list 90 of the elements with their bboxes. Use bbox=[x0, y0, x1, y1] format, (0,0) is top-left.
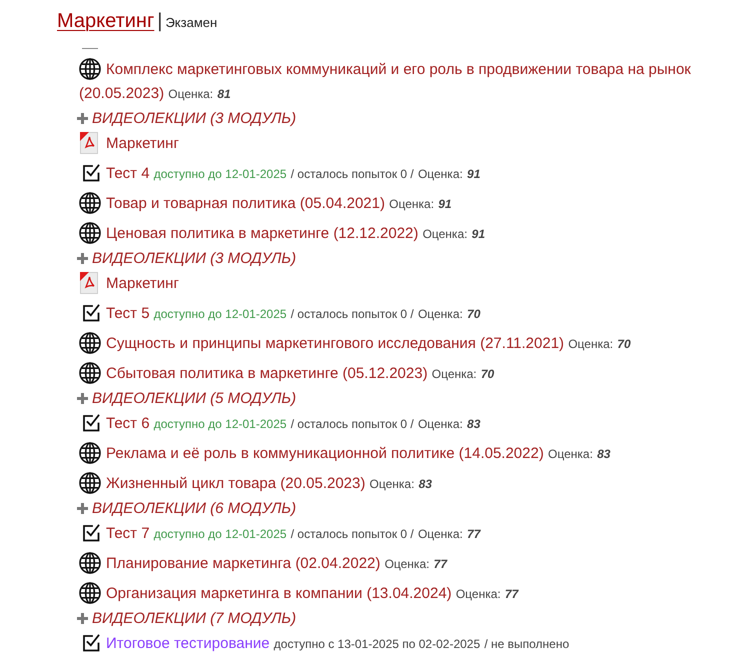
grade-label: Оценка: bbox=[370, 477, 414, 491]
test-link[interactable]: Тест 7 bbox=[106, 525, 150, 542]
lecture-link[interactable]: Планирование маркетинга bbox=[106, 555, 292, 572]
section-toggle[interactable]: ВИДЕОЛЕКЦИИ (7 МОДУЛЬ) bbox=[92, 610, 296, 627]
grade-label: Оценка: bbox=[389, 197, 434, 211]
attempts-text: / осталось попыток 0 / bbox=[290, 417, 414, 431]
file-link[interactable]: Маркетинг bbox=[106, 275, 179, 292]
status-text: / не выполнено bbox=[484, 637, 570, 651]
lecture-link[interactable]: Организация маркетинга в компании bbox=[106, 585, 362, 602]
plus-icon[interactable] bbox=[77, 392, 88, 404]
globe-icon bbox=[79, 58, 101, 80]
availability-text: доступно до 12-01-2025 bbox=[154, 527, 287, 541]
availability-text: доступно до 12-01-2025 bbox=[154, 417, 287, 431]
grade-label: Оценка: bbox=[422, 227, 468, 241]
lecture-link[interactable]: Сущность и принципы маркетингового исследования bbox=[106, 335, 476, 352]
grade-value: 91 bbox=[438, 197, 452, 211]
exam-label: Экзамен bbox=[165, 14, 218, 32]
grade-value: 77 bbox=[504, 587, 518, 601]
globe-icon bbox=[79, 582, 101, 604]
lecture-date: (14.05.2022) bbox=[458, 445, 544, 462]
section-toggle[interactable]: ВИДЕОЛЕКЦИИ (5 МОДУЛЬ) bbox=[92, 390, 296, 407]
checked-box-icon bbox=[82, 304, 100, 322]
pdf-file-icon bbox=[80, 132, 98, 154]
grade-label: Оценка: bbox=[432, 367, 477, 381]
checked-box-icon bbox=[82, 524, 100, 542]
grade-value: 77 bbox=[434, 557, 447, 571]
grade-label: Оценка: bbox=[418, 527, 463, 541]
grade-value: 83 bbox=[418, 477, 432, 491]
lecture-date: (27.11.2021) bbox=[480, 335, 564, 352]
globe-icon bbox=[79, 472, 101, 494]
pdf-file-icon bbox=[80, 272, 98, 294]
test-link[interactable]: Тест 6 bbox=[106, 415, 150, 432]
plus-icon[interactable] bbox=[77, 252, 88, 264]
globe-icon bbox=[79, 222, 101, 244]
grade-label: Оценка: bbox=[548, 447, 593, 461]
lecture-link[interactable]: Сбытовая политика в маркетинге bbox=[106, 365, 338, 382]
plus-icon[interactable] bbox=[77, 112, 88, 124]
grade-value: 91 bbox=[472, 227, 485, 241]
grade-value: 70 bbox=[480, 367, 494, 381]
title-separator: | bbox=[157, 9, 162, 34]
globe-icon bbox=[79, 332, 101, 354]
grade-label: Оценка: bbox=[568, 337, 614, 351]
grade-label: Оценка: bbox=[418, 417, 463, 431]
lecture-link[interactable]: Реклама и её роль в коммуникационной политике bbox=[106, 445, 455, 462]
lecture-link[interactable]: Ценовая политика в маркетинге bbox=[106, 225, 330, 242]
lecture-date: (13.04.2024) bbox=[366, 585, 452, 602]
section-toggle[interactable]: ВИДЕОЛЕКЦИИ (3 МОДУЛЬ) bbox=[92, 250, 296, 267]
lecture-link[interactable]: Жизненный цикл товара bbox=[106, 475, 276, 492]
grade-label: Оценка: bbox=[418, 167, 463, 181]
test-link[interactable]: Итоговое тестирование bbox=[106, 635, 270, 652]
plus-icon[interactable] bbox=[77, 502, 88, 514]
lecture-date: (20.05.2023) bbox=[79, 85, 164, 102]
plus-icon[interactable] bbox=[77, 612, 88, 624]
test-link[interactable]: Тест 4 bbox=[106, 165, 150, 182]
grade-value: 83 bbox=[467, 417, 480, 431]
grade-value: 70 bbox=[467, 307, 480, 321]
globe-icon bbox=[79, 362, 101, 384]
lecture-date: (05.12.2023) bbox=[342, 365, 428, 382]
section-toggle[interactable]: ВИДЕОЛЕКЦИИ (3 МОДУЛЬ) bbox=[92, 110, 296, 127]
checked-box-icon bbox=[82, 164, 100, 182]
checked-box-icon bbox=[82, 414, 100, 432]
lecture-date: (02.04.2022) bbox=[295, 555, 380, 572]
lecture-date: (05.04.2021) bbox=[300, 195, 385, 212]
grade-label: Оценка: bbox=[418, 307, 463, 321]
lecture-date: (12.12.2022) bbox=[333, 225, 418, 242]
grade-value: 81 bbox=[217, 87, 231, 101]
globe-icon bbox=[79, 552, 101, 574]
grade-label: Оценка: bbox=[168, 87, 214, 101]
lecture-link[interactable]: Комплекс маркетинговых коммуникаций и его роль в продвижении товара на рынок bbox=[106, 61, 691, 78]
checked-box-icon bbox=[82, 634, 100, 652]
attempts-text: / осталось попыток 0 / bbox=[290, 307, 414, 321]
globe-icon bbox=[79, 192, 101, 214]
availability-text: доступно до 12-01-2025 bbox=[154, 307, 287, 321]
availability-text: доступно до 12-01-2025 bbox=[154, 167, 287, 181]
availability-text: доступно с 13-01-2025 по 02-02-2025 bbox=[274, 637, 480, 651]
attempts-text: / осталось попыток 0 / bbox=[290, 167, 414, 181]
grade-label: Оценка: bbox=[456, 587, 501, 601]
test-link[interactable]: Тест 5 bbox=[106, 305, 150, 322]
globe-icon bbox=[79, 442, 101, 464]
grade-value: 83 bbox=[597, 447, 610, 461]
lecture-date: (20.05.2023) bbox=[280, 475, 366, 492]
course-title-link[interactable]: Маркетинг bbox=[57, 6, 154, 36]
grade-label: Оценка: bbox=[384, 557, 430, 571]
grade-value: 91 bbox=[467, 167, 480, 181]
file-link[interactable]: Маркетинг bbox=[106, 135, 179, 152]
section-toggle[interactable]: ВИДЕОЛЕКЦИИ (6 МОДУЛЬ) bbox=[92, 500, 296, 517]
grade-value: 77 bbox=[467, 527, 480, 541]
attempts-text: / осталось попыток 0 / bbox=[290, 527, 414, 541]
lecture-link[interactable]: Товар и товарная политика bbox=[106, 195, 296, 212]
grade-value: 70 bbox=[617, 337, 631, 351]
